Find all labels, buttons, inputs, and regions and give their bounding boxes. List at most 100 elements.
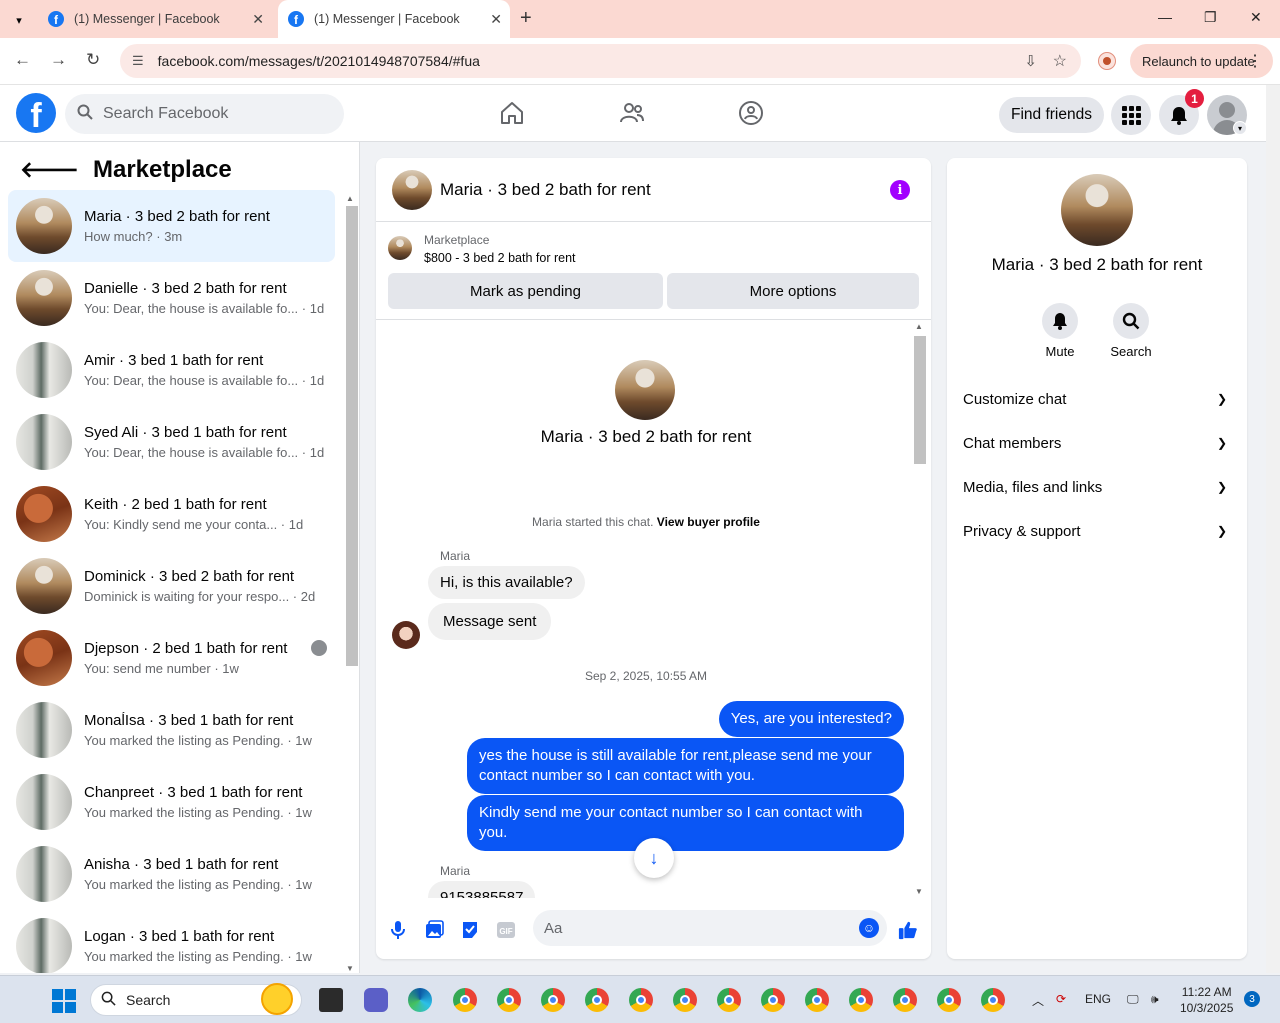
address-bar[interactable]: ☰ facebook.com/messages/t/20210149487075… bbox=[120, 44, 1081, 78]
volume-icon[interactable]: 🕪 bbox=[1151, 992, 1159, 1007]
reload-icon[interactable]: ↻ bbox=[86, 50, 100, 70]
privacy-support-row[interactable]: Privacy & support ❯ bbox=[963, 509, 1231, 553]
scroll-thumb[interactable] bbox=[914, 336, 926, 464]
incoming-message[interactable]: Message sent bbox=[428, 603, 552, 640]
minimize-icon[interactable]: — bbox=[1158, 9, 1172, 25]
microphone-icon[interactable] bbox=[388, 920, 408, 940]
chrome-icon[interactable] bbox=[673, 988, 697, 1012]
edge-icon[interactable] bbox=[408, 988, 432, 1012]
taskbar-search[interactable]: Search bbox=[90, 983, 302, 1016]
account-chevron-icon[interactable]: ▾ bbox=[1233, 121, 1247, 135]
menu-grid-icon[interactable] bbox=[1111, 95, 1151, 135]
conversation-item[interactable]: Maria · 3 bed 2 bath for rent How much? ·… bbox=[8, 190, 335, 262]
forward-icon[interactable]: → bbox=[50, 50, 67, 70]
emoji-icon[interactable]: ☺ bbox=[859, 918, 879, 938]
chrome-icon[interactable] bbox=[497, 988, 521, 1012]
notification-count-badge[interactable]: 3 bbox=[1244, 991, 1260, 1007]
site-info-icon[interactable]: ☰ bbox=[132, 53, 144, 69]
sender-avatar[interactable] bbox=[392, 621, 420, 649]
browser-tab[interactable]: f (1) Messenger | Facebook ✕ bbox=[38, 0, 272, 38]
mute-button[interactable]: Mute bbox=[1030, 303, 1090, 359]
sticker-icon[interactable] bbox=[460, 920, 480, 940]
conversation-item[interactable]: Djepson · 2 bed 1 bath for rent You: send… bbox=[8, 622, 335, 694]
back-arrow-icon[interactable]: 🡐 bbox=[20, 157, 79, 183]
listing-price[interactable]: $800 - 3 bed 2 bath for rent bbox=[424, 251, 576, 265]
close-tab-icon[interactable]: ✕ bbox=[252, 11, 264, 28]
mark-as-pending-button[interactable]: Mark as pending bbox=[388, 273, 663, 309]
page-scrollbar[interactable] bbox=[1266, 85, 1280, 973]
install-app-icon[interactable]: ⇩ bbox=[1024, 52, 1037, 70]
outgoing-message[interactable]: Yes, are you interested? bbox=[718, 701, 904, 737]
search-in-chat-button[interactable]: Search bbox=[1101, 303, 1161, 359]
conversation-item[interactable]: Amir · 3 bed 1 bath for rent You: Dear, t… bbox=[8, 334, 335, 406]
clock[interactable]: 11:22 AM 10/3/2025 bbox=[1180, 984, 1233, 1016]
chat-scrollbar[interactable]: ▲ ▼ bbox=[913, 320, 927, 898]
chrome-icon[interactable] bbox=[453, 988, 477, 1012]
chat-avatar[interactable] bbox=[392, 169, 432, 210]
teams-icon[interactable] bbox=[364, 988, 388, 1012]
outgoing-message[interactable]: Kindly send me your contact number so I … bbox=[467, 795, 904, 851]
home-icon[interactable] bbox=[492, 97, 532, 129]
chrome-icon[interactable] bbox=[805, 988, 829, 1012]
chat-members-row[interactable]: Chat members ❯ bbox=[963, 421, 1231, 465]
browser-tab-active[interactable]: f (1) Messenger | Facebook ✕ bbox=[278, 0, 510, 38]
conversation-item[interactable]: Danielle · 3 bed 2 bath for rent You: Dea… bbox=[8, 262, 335, 334]
conversation-item[interactable]: Syed Ali · 3 bed 1 bath for rent You: Dea… bbox=[8, 406, 335, 478]
scroll-to-bottom-icon[interactable]: ↓ bbox=[634, 838, 674, 878]
customize-chat-row[interactable]: Customize chat ❯ bbox=[963, 377, 1231, 421]
conversation-item[interactable]: Keith · 2 bed 1 bath for rent You: Kindly… bbox=[8, 478, 335, 550]
tray-overflow-icon[interactable]: ︿ bbox=[1032, 992, 1044, 1009]
relaunch-button[interactable]: Relaunch to update ⋮ bbox=[1130, 44, 1273, 78]
incoming-message[interactable]: Hi, is this available? bbox=[428, 566, 585, 599]
scroll-thumb[interactable] bbox=[346, 206, 358, 666]
gif-icon[interactable]: GIF bbox=[496, 920, 516, 940]
chrome-icon[interactable] bbox=[849, 988, 873, 1012]
scroll-down-icon[interactable]: ▼ bbox=[915, 887, 923, 896]
info-icon[interactable]: i bbox=[890, 180, 910, 200]
conversation-item[interactable]: Chanpreet · 3 bed 1 bath for rent You mar… bbox=[8, 766, 335, 838]
message-input[interactable]: Aa ☺ bbox=[533, 910, 887, 946]
scroll-down-icon[interactable]: ▼ bbox=[346, 964, 354, 973]
conversation-item[interactable]: Logan · 3 bed 1 bath for rent You marked … bbox=[8, 910, 335, 973]
thumbs-up-icon[interactable] bbox=[898, 920, 918, 940]
sync-icon[interactable]: ⟳ bbox=[1056, 992, 1066, 1006]
facebook-logo-icon[interactable]: f bbox=[16, 93, 56, 133]
task-view-icon[interactable] bbox=[319, 988, 343, 1012]
more-options-button[interactable]: More options bbox=[667, 273, 919, 309]
info-avatar[interactable] bbox=[1061, 174, 1133, 246]
menu-dots-icon[interactable]: ⋮ bbox=[1247, 51, 1263, 71]
chrome-icon[interactable] bbox=[937, 988, 961, 1012]
groups-icon[interactable] bbox=[731, 97, 771, 129]
scroll-up-icon[interactable]: ▲ bbox=[915, 322, 923, 331]
windows-start-icon[interactable] bbox=[52, 989, 76, 1013]
chrome-icon[interactable] bbox=[629, 988, 653, 1012]
chrome-icon[interactable] bbox=[717, 988, 741, 1012]
find-friends-button[interactable]: Find friends bbox=[999, 97, 1104, 133]
sidebar-scrollbar[interactable]: ▲ ▼ bbox=[344, 194, 358, 973]
chrome-icon[interactable] bbox=[541, 988, 565, 1012]
friends-icon[interactable] bbox=[612, 97, 652, 129]
incoming-message[interactable]: 9153885587 bbox=[428, 881, 536, 898]
new-tab-icon[interactable]: + bbox=[520, 7, 532, 30]
search-input[interactable]: Search Facebook bbox=[65, 94, 344, 134]
conversation-item[interactable]: Anisha · 3 bed 1 bath for rent You marked… bbox=[8, 838, 335, 910]
close-tab-icon[interactable]: ✕ bbox=[490, 11, 502, 28]
language-indicator[interactable]: ENG bbox=[1085, 992, 1111, 1006]
chrome-icon[interactable] bbox=[585, 988, 609, 1012]
back-icon[interactable]: ← bbox=[14, 50, 31, 70]
chrome-icon[interactable] bbox=[981, 988, 1005, 1012]
tab-search-icon[interactable]: ▾ bbox=[8, 9, 30, 31]
conversation-item[interactable]: MonaĺIsa · 3 bed 1 bath for rent You mark… bbox=[8, 694, 335, 766]
weather-widget-icon[interactable] bbox=[261, 983, 293, 1015]
photo-icon[interactable] bbox=[424, 920, 444, 940]
conversation-item[interactable]: Dominick · 3 bed 2 bath for rent Dominick… bbox=[8, 550, 335, 622]
view-buyer-profile-link[interactable]: View buyer profile bbox=[657, 515, 760, 529]
listing-thumb[interactable] bbox=[388, 236, 412, 260]
chat-title[interactable]: Maria · 3 bed 2 bath for rent bbox=[440, 180, 651, 200]
chrome-icon[interactable] bbox=[893, 988, 917, 1012]
restore-icon[interactable]: ❐ bbox=[1204, 9, 1217, 26]
media-files-links-row[interactable]: Media, files and links ❯ bbox=[963, 465, 1231, 509]
outgoing-message[interactable]: yes the house is still available for ren… bbox=[467, 738, 904, 794]
chrome-icon[interactable] bbox=[761, 988, 785, 1012]
profile-icon[interactable] bbox=[1098, 52, 1116, 70]
